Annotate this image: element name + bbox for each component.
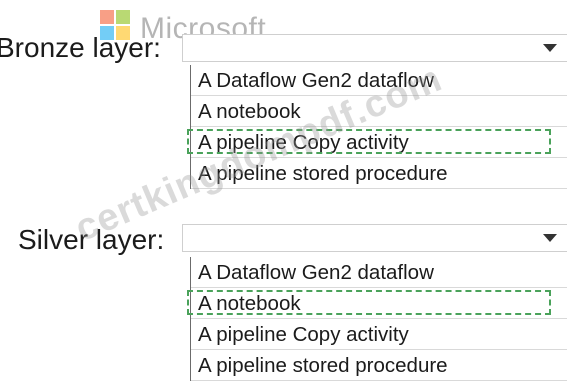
silver-option[interactable]: A pipeline Copy activity — [191, 319, 567, 350]
silver-layer-dropdown[interactable] — [182, 224, 567, 252]
silver-option[interactable]: A pipeline stored procedure — [191, 350, 567, 381]
bronze-layer-dropdown[interactable] — [182, 34, 567, 62]
chevron-down-icon[interactable] — [543, 44, 557, 52]
chevron-down-icon[interactable] — [543, 234, 557, 242]
bronze-layer-label: Bronze layer: — [0, 32, 161, 63]
silver-option-selected[interactable]: A notebook — [187, 288, 567, 319]
logo-square-green — [116, 10, 130, 24]
silver-option[interactable]: A Dataflow Gen2 dataflow — [191, 257, 567, 288]
logo-square-red — [100, 10, 114, 24]
silver-layer-options: A Dataflow Gen2 dataflow A notebook A pi… — [187, 257, 567, 381]
